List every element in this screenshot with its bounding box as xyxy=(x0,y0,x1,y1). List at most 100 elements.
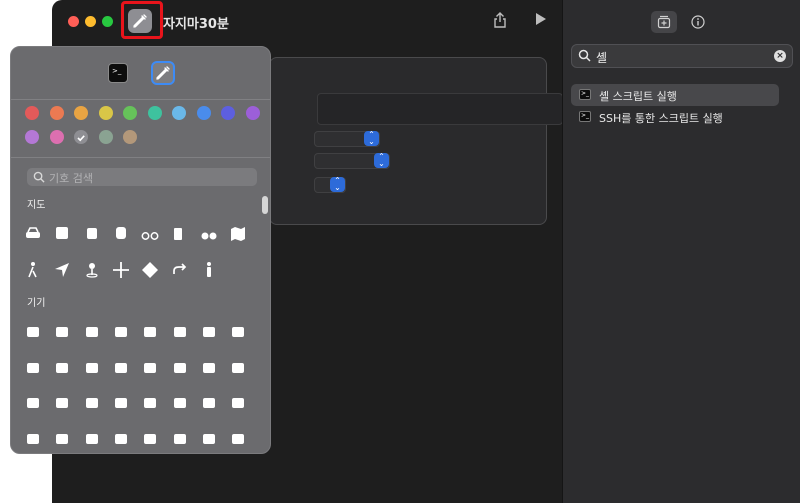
car-charge-icon[interactable] xyxy=(81,321,103,343)
car-icon[interactable] xyxy=(22,223,44,245)
color-swatch[interactable] xyxy=(49,130,64,144)
section-title-map: 지도 xyxy=(27,200,46,211)
share-icon xyxy=(494,12,506,28)
color-swatch[interactable] xyxy=(172,106,186,120)
fuel-pump-icon[interactable] xyxy=(169,223,191,245)
printer-icon[interactable] xyxy=(198,321,220,343)
color-swatch[interactable] xyxy=(49,106,64,120)
result-item-run-shell-script[interactable]: >_ 셸 스크립트 실행 xyxy=(571,84,779,106)
search-icon xyxy=(578,49,591,62)
zoom-button[interactable] xyxy=(102,16,113,27)
walking-icon[interactable] xyxy=(22,259,44,281)
homepod-icon[interactable] xyxy=(81,392,103,414)
search-placeholder: 기호 검색 xyxy=(49,172,93,185)
glyph-tab[interactable] xyxy=(151,61,175,85)
divider xyxy=(11,157,270,158)
result-label: 셸 스크립트 실행 xyxy=(599,90,677,103)
hub-icon[interactable] xyxy=(227,428,249,450)
figure-icon[interactable] xyxy=(198,259,220,281)
speaker-icon[interactable] xyxy=(139,357,161,379)
map-icon[interactable] xyxy=(227,223,249,245)
car-pair-icon[interactable] xyxy=(51,321,73,343)
action-sidebar: 셸 × >_ 셸 스크립트 실행 >_ SSH를 통한 스크립트 실행 xyxy=(562,0,800,503)
play-icon xyxy=(536,13,546,25)
info-button[interactable] xyxy=(685,11,711,33)
ear-icon[interactable] xyxy=(110,357,132,379)
terminal-tab[interactable]: >_ xyxy=(108,63,128,83)
train-icon[interactable] xyxy=(110,223,132,245)
turn-sign-icon[interactable] xyxy=(139,259,161,281)
run-button[interactable] xyxy=(535,12,547,30)
color-swatch[interactable] xyxy=(98,130,113,144)
display-phone-icon[interactable] xyxy=(169,357,191,379)
ipod-icon[interactable] xyxy=(51,428,73,450)
pass-input-stepper[interactable]: ⌃ ⌄ xyxy=(330,177,345,192)
minimize-button[interactable] xyxy=(85,16,96,27)
phone-icon[interactable] xyxy=(139,392,161,414)
scrollbar-thumb[interactable] xyxy=(262,196,268,214)
highlight-box xyxy=(121,1,163,39)
color-swatch[interactable] xyxy=(25,130,39,144)
search-query: 셸 xyxy=(596,51,608,65)
move-arrows-icon[interactable] xyxy=(110,259,132,281)
color-swatch[interactable] xyxy=(98,106,113,120)
airpods-icon[interactable] xyxy=(198,357,220,379)
color-swatch[interactable] xyxy=(221,106,235,120)
tablet-icon[interactable] xyxy=(227,392,249,414)
server-icon[interactable] xyxy=(227,321,249,343)
checkmark-icon xyxy=(77,135,85,142)
icon-picker-popover: >_ 기호 검색 지도 기기 xyxy=(10,46,271,454)
headphones-icon[interactable] xyxy=(81,357,103,379)
map-pin-icon[interactable] xyxy=(81,259,103,281)
color-swatch[interactable] xyxy=(245,106,260,120)
clear-search-icon[interactable]: × xyxy=(774,50,786,62)
redo-arrow-icon[interactable] xyxy=(169,259,191,281)
color-swatch[interactable] xyxy=(123,130,137,144)
terminal-icon: >_ xyxy=(579,111,591,122)
mac-mini-icon[interactable] xyxy=(110,428,132,450)
phone-wave-icon[interactable] xyxy=(169,392,191,414)
action-card xyxy=(269,57,547,225)
action-search-field[interactable]: 셸 × xyxy=(571,44,793,68)
color-swatch[interactable] xyxy=(25,106,39,120)
section-title-devices: 기기 xyxy=(27,298,46,309)
appletv-icon[interactable] xyxy=(51,392,73,414)
script-field[interactable] xyxy=(317,93,563,125)
phone-small-icon[interactable] xyxy=(198,392,220,414)
color-swatch[interactable] xyxy=(123,106,137,120)
bus-icon[interactable] xyxy=(51,223,73,245)
tram-icon[interactable] xyxy=(81,223,103,245)
divider xyxy=(11,99,270,100)
watch-wave-icon[interactable] xyxy=(110,392,132,414)
car-side-icon[interactable] xyxy=(22,321,44,343)
symbol-search-field[interactable]: 기호 검색 xyxy=(27,168,257,186)
binoculars-icon[interactable] xyxy=(198,223,220,245)
color-swatch[interactable] xyxy=(74,106,88,120)
terminal-icon: >_ xyxy=(579,89,591,100)
add-action-button[interactable] xyxy=(651,11,677,33)
input-select-stepper[interactable]: ⌃ ⌄ xyxy=(374,153,389,168)
remote-icon[interactable] xyxy=(139,428,161,450)
color-swatch[interactable] xyxy=(74,130,88,144)
location-arrow-icon[interactable] xyxy=(51,259,73,281)
monitor-icon[interactable] xyxy=(169,428,191,450)
close-button[interactable] xyxy=(68,16,79,27)
airpods-pro-icon[interactable] xyxy=(227,357,249,379)
gamepad-icon[interactable] xyxy=(51,357,73,379)
search-icon xyxy=(33,171,45,183)
share-button[interactable] xyxy=(493,12,507,32)
color-swatch[interactable] xyxy=(147,106,162,120)
display-icon[interactable] xyxy=(22,357,44,379)
watch-icon[interactable] xyxy=(110,321,132,343)
scanner-icon[interactable] xyxy=(81,428,103,450)
keyboard-icon[interactable] xyxy=(169,321,191,343)
vision-pro-icon[interactable] xyxy=(198,428,220,450)
color-swatch[interactable] xyxy=(196,106,211,120)
result-item-run-ssh-script[interactable]: >_ SSH를 통한 스크립트 실행 xyxy=(571,106,779,128)
laptop-icon[interactable] xyxy=(139,321,161,343)
tv-box-icon[interactable] xyxy=(22,428,44,450)
airpods-case-icon[interactable] xyxy=(22,392,44,414)
bicycle-icon[interactable] xyxy=(139,223,161,245)
title-bar: 자지마30분 xyxy=(52,0,562,44)
shell-select-stepper[interactable]: ⌃ ⌄ xyxy=(364,131,379,146)
